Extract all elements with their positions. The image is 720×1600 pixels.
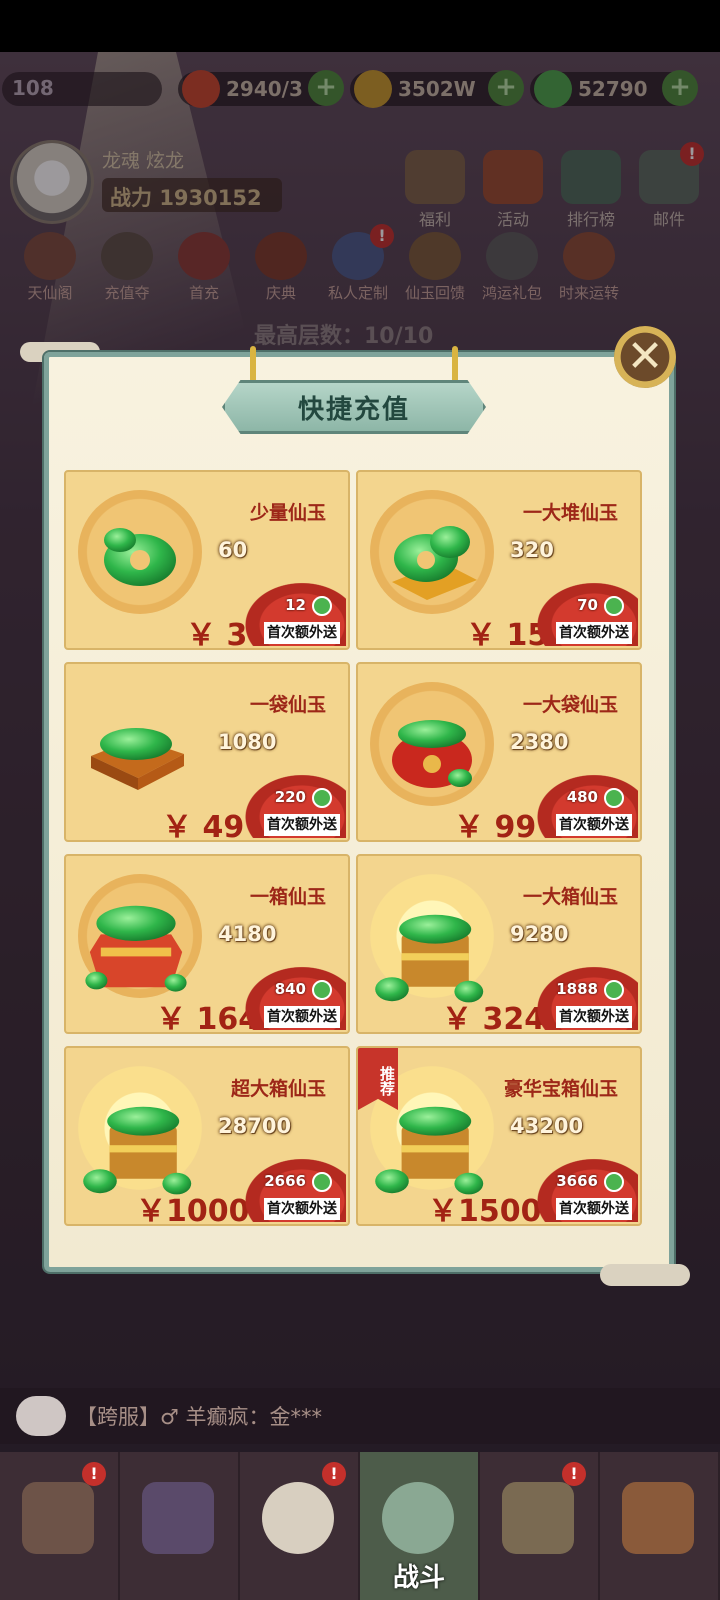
item-name: 一大袋仙玉 xyxy=(522,694,618,716)
jade-pile-icon xyxy=(392,526,477,600)
jade-tray-icon xyxy=(91,728,184,790)
nav-item-scroll[interactable]: ! xyxy=(480,1452,600,1600)
battle-label: 战斗 xyxy=(392,1563,445,1593)
nav-item-book[interactable]: ! xyxy=(0,1452,120,1600)
bonus-amount: 12 xyxy=(285,596,306,614)
item-amount: 1080 xyxy=(218,730,277,754)
currency-symbol: ￥ xyxy=(186,618,216,650)
jade-icon xyxy=(312,980,332,1000)
notification-badge: ! xyxy=(82,1462,106,1486)
item-price: ￥1500 xyxy=(428,1186,542,1226)
recharge-item-8[interactable]: 推荐 豪华宝箱仙玉 43200 ￥1500 3666 首次额外送 xyxy=(356,1046,642,1226)
currency-symbol: ￥ xyxy=(454,810,484,842)
jade-icon xyxy=(312,596,332,616)
scroll-ornament xyxy=(600,1264,690,1286)
item-name: 豪华宝箱仙玉 xyxy=(503,1078,618,1100)
jade-small-icon xyxy=(104,528,176,586)
jade-icon xyxy=(604,596,624,616)
first-bonus-label: 首次额外送 xyxy=(264,622,340,644)
item-name: 少量仙玉 xyxy=(249,502,326,524)
item-price: ￥ 49 xyxy=(162,802,244,842)
treasure-chest-icon xyxy=(375,914,484,1003)
item-amount: 43200 xyxy=(510,1114,584,1138)
recharge-item-7[interactable]: 超大箱仙玉 28700 ￥1000 2666 首次额外送 xyxy=(64,1046,350,1226)
bonus-amount: 70 xyxy=(577,596,598,614)
first-bonus-label: 首次额外送 xyxy=(556,622,632,644)
item-price: ￥ 99 xyxy=(454,802,536,842)
battle-icon xyxy=(382,1482,454,1554)
recharge-item-2[interactable]: 一大堆仙玉 320 ￥ 15 70 首次额外送 xyxy=(356,470,642,650)
bag-icon xyxy=(142,1482,214,1554)
item-price: ￥1000 xyxy=(136,1186,250,1226)
bonus-amount: 840 xyxy=(274,980,306,998)
jade-icon xyxy=(312,1172,332,1192)
first-bonus-label: 首次额外送 xyxy=(556,814,632,836)
jade-chest-icon xyxy=(85,905,187,992)
notification-badge: ! xyxy=(562,1462,586,1486)
currency-symbol: ￥ xyxy=(466,618,496,650)
recharge-item-4[interactable]: 一大袋仙玉 2380 ￥ 99 480 首次额外送 xyxy=(356,662,642,842)
bonus-amount: 3666 xyxy=(556,1172,598,1190)
jade-icon xyxy=(604,788,624,808)
status-bar xyxy=(0,0,720,52)
item-amount: 28700 xyxy=(218,1114,292,1138)
first-bonus-label: 首次额外送 xyxy=(264,1198,340,1220)
currency-symbol: ￥ xyxy=(442,1002,472,1034)
notification-badge: ! xyxy=(322,1462,346,1486)
panda-icon xyxy=(262,1482,334,1554)
item-amount: 2380 xyxy=(510,730,569,754)
jade-bag-icon xyxy=(392,720,472,788)
close-button[interactable]: ✕ xyxy=(614,326,676,388)
jade-icon xyxy=(312,788,332,808)
item-name: 一大箱仙玉 xyxy=(522,886,618,908)
jade-icon xyxy=(604,980,624,1000)
temple-icon xyxy=(622,1482,694,1554)
currency-symbol: ￥ xyxy=(156,1002,186,1034)
first-bonus-label: 首次额外送 xyxy=(264,814,340,836)
nav-item-pet[interactable]: ! xyxy=(240,1452,360,1600)
bottom-nav: ! ! 战斗 ! xyxy=(0,1452,720,1600)
recharge-item-5[interactable]: 一箱仙玉 4180 ￥ 164 840 首次额外送 xyxy=(64,854,350,1034)
panel-title-plate: 快捷充值 xyxy=(222,380,486,434)
item-name: 一大堆仙玉 xyxy=(522,502,618,524)
chat-bar[interactable]: 【跨服】♂ 羊癫疯：金*** xyxy=(0,1388,720,1444)
item-amount: 60 xyxy=(218,538,248,562)
recharge-item-1[interactable]: 少量仙玉 60 ￥ 3 12 首次额外送 xyxy=(64,470,350,650)
nav-item-temple[interactable] xyxy=(600,1452,720,1600)
currency-symbol: ￥ xyxy=(136,1194,166,1226)
book-icon xyxy=(22,1482,94,1554)
first-bonus-label: 首次额外送 xyxy=(264,1006,340,1028)
item-name: 超大箱仙玉 xyxy=(230,1078,326,1100)
item-amount: 320 xyxy=(510,538,554,562)
scroll-icon xyxy=(502,1482,574,1554)
bonus-amount: 2666 xyxy=(264,1172,306,1190)
bonus-amount: 480 xyxy=(566,788,598,806)
first-bonus-label: 首次额外送 xyxy=(556,1198,632,1220)
item-name: 一袋仙玉 xyxy=(249,694,326,716)
nav-item-battle[interactable]: 战斗 xyxy=(360,1452,480,1600)
jade-icon xyxy=(604,1172,624,1192)
nav-item-bag[interactable] xyxy=(120,1452,240,1600)
panel-title: 快捷充值 xyxy=(297,394,410,425)
recharge-item-6[interactable]: 一大箱仙玉 9280 ￥ 324 1888 首次额外送 xyxy=(356,854,642,1034)
item-name: 一箱仙玉 xyxy=(249,886,326,908)
chat-bubble-icon[interactable] xyxy=(16,1396,66,1436)
treasure-chest-icon xyxy=(83,1106,192,1195)
close-icon: ✕ xyxy=(626,331,664,382)
item-amount: 9280 xyxy=(510,922,569,946)
first-bonus-label: 首次额外送 xyxy=(556,1006,632,1028)
bonus-amount: 220 xyxy=(274,788,306,806)
item-amount: 4180 xyxy=(218,922,277,946)
currency-symbol: ￥ xyxy=(428,1194,458,1226)
chat-message: 【跨服】♂ 羊癫疯：金*** xyxy=(76,1405,323,1429)
recharge-item-3[interactable]: 一袋仙玉 1080 ￥ 49 220 首次额外送 xyxy=(64,662,350,842)
bonus-amount: 1888 xyxy=(556,980,598,998)
currency-symbol: ￥ xyxy=(162,810,192,842)
